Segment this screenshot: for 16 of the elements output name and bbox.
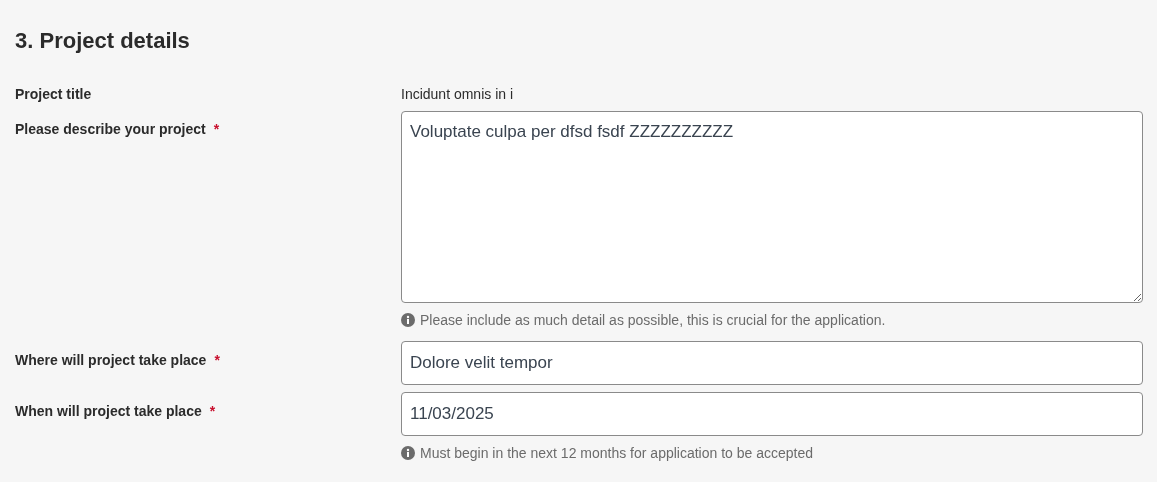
field-label: When will project take place xyxy=(15,403,202,419)
section-heading: 3. Project details xyxy=(15,27,191,55)
required-asterisk: * xyxy=(214,352,220,368)
field-value: Incidunt omnis in i xyxy=(401,86,514,102)
info-icon xyxy=(401,446,415,460)
description-field[interactable]: Voluptate culpa per dfsd fsdf ZZZZZZZZZZ xyxy=(401,111,1143,303)
date-field[interactable]: 11/03/2025 xyxy=(401,392,1143,436)
hint-text: Please include as much detail as possible, this is crucial for the application. xyxy=(420,312,886,328)
field-label: Where will project take place xyxy=(15,352,207,368)
hint-text: Must begin in the next 12 months for application to be accepted xyxy=(420,445,814,461)
field-label: Project title xyxy=(15,86,92,102)
info-icon xyxy=(401,313,415,327)
required-asterisk: * xyxy=(213,121,220,137)
location-field[interactable]: Dolore velit tempor xyxy=(401,341,1143,385)
required-asterisk: * xyxy=(209,403,216,419)
field-label: Please describe your project xyxy=(15,121,206,137)
